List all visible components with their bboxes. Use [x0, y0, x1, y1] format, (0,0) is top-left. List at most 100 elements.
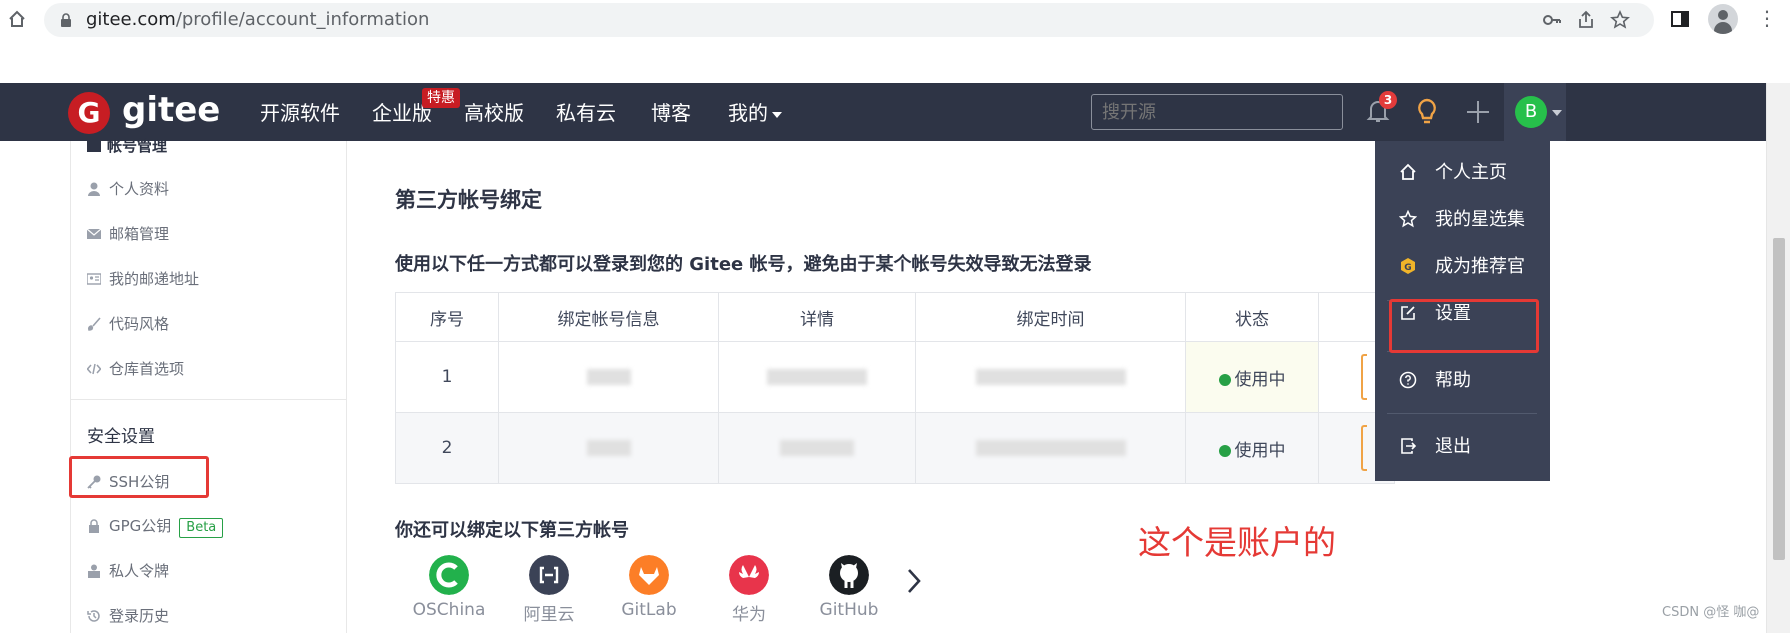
menu-item-become-recommender[interactable]: G 成为推荐官	[1399, 255, 1525, 279]
sidebar-item-repo-prefs-label: 仓库首选项	[109, 360, 185, 378]
csdn-watermark: CSDN @怪 咖@	[1662, 605, 1760, 620]
search-input[interactable]	[1091, 94, 1343, 130]
chevron-right-icon[interactable]	[905, 566, 923, 596]
notification-badge: 3	[1379, 91, 1397, 109]
home-icon[interactable]	[6, 8, 28, 30]
status-dot-icon	[1218, 444, 1231, 457]
row-index: 1	[395, 341, 499, 413]
nav-open-source[interactable]: 开源软件	[260, 100, 340, 126]
sidebar-item-code-style[interactable]: 代码风格	[87, 314, 169, 334]
browser-menu-icon[interactable]: ⋮	[1757, 8, 1777, 28]
address-bar[interactable]: gitee.com/profile/account_information	[44, 3, 1654, 37]
redacted-account-cell	[498, 412, 719, 484]
address-card-icon	[87, 273, 101, 285]
menu-item-help[interactable]: 帮助	[1399, 369, 1471, 393]
avatar[interactable]: B	[1515, 96, 1547, 128]
page-title: 第三方帐号绑定	[395, 188, 542, 212]
side-panel-icon[interactable]	[1670, 9, 1690, 29]
url-path: /profile/account_information	[175, 9, 430, 30]
sidebar-item-address-label: 我的邮递地址	[109, 270, 200, 288]
sidebar-item-address[interactable]: 我的邮递地址	[87, 269, 199, 289]
table-header-row: 序号 绑定帐号信息 详情 绑定时间 状态	[395, 292, 1395, 342]
bookmark-star-icon[interactable]	[1610, 10, 1630, 30]
sidebar-item-gpg-keys-label: GPG公钥	[109, 517, 172, 535]
nav-education[interactable]: 高校版	[464, 100, 524, 126]
menu-item-star-collection[interactable]: 我的星选集	[1399, 208, 1525, 232]
nav-mine-label: 我的	[728, 101, 768, 125]
recommender-badge-icon: G	[1401, 258, 1415, 274]
gitee-logo-text[interactable]: gitee	[122, 90, 220, 130]
menu-item-label: 退出	[1435, 436, 1471, 457]
sidebar-item-tokens-label: 私人令牌	[109, 562, 170, 580]
user-menu-button[interactable]: B	[1504, 83, 1566, 141]
gitee-logo-icon[interactable]: G	[68, 92, 110, 134]
provider-oschina[interactable]: OSChina	[409, 555, 489, 620]
sidebar-item-profile-label: 个人资料	[109, 180, 170, 198]
share-icon[interactable]	[1576, 10, 1596, 30]
redacted-account-cell	[498, 341, 719, 413]
table-row: 1 使用中	[395, 341, 1395, 413]
col-status: 状态	[1185, 292, 1319, 342]
row-index: 2	[395, 412, 499, 484]
url-domain: gitee.com	[86, 9, 176, 30]
sidebar-item-gpg-keys[interactable]: GPG公钥 Beta	[87, 516, 224, 538]
lightbulb-icon[interactable]	[1415, 97, 1439, 127]
redacted-block	[767, 369, 867, 385]
nav-private-cloud[interactable]: 私有云	[556, 100, 616, 126]
redacted-block	[975, 440, 1126, 456]
page-scrollbar[interactable]	[1766, 83, 1790, 633]
browser-toolbar: gitee.com/profile/account_information ⋮	[0, 0, 1790, 40]
status-cell: 使用中	[1185, 341, 1319, 413]
col-bind-time: 绑定时间	[915, 292, 1186, 342]
github-icon	[829, 555, 869, 595]
sidebar-item-email[interactable]: 邮箱管理	[87, 224, 169, 244]
menu-item-label: 个人主页	[1435, 162, 1507, 183]
provider-huawei[interactable]: 华为	[709, 555, 789, 625]
menu-item-label: 成为推荐官	[1435, 256, 1525, 277]
provider-label: 阿里云	[523, 605, 575, 625]
unbind-button[interactable]	[1361, 425, 1367, 471]
sidebar-item-profile[interactable]: 个人资料	[87, 179, 169, 199]
menu-item-label: 帮助	[1435, 370, 1471, 391]
provider-aliyun[interactable]: 阿里云	[509, 555, 589, 625]
promo-badge: 特惠	[422, 88, 460, 108]
lock-icon[interactable]	[60, 13, 72, 27]
col-details: 详情	[718, 292, 916, 342]
logout-icon	[1401, 438, 1417, 454]
provider-label: OSChina	[412, 600, 486, 620]
sidebar-item-code-style-label: 代码风格	[109, 315, 170, 333]
sidebar-item-tokens[interactable]: 私人令牌	[87, 561, 169, 581]
status-dot-icon	[1218, 373, 1231, 386]
svg-text:G: G	[1404, 263, 1411, 273]
redacted-block	[975, 369, 1126, 385]
page-description: 使用以下任一方式都可以登录到您的 Gitee 帐号，避免由于某个帐号失效导致无法…	[395, 254, 1092, 275]
url-text[interactable]: gitee.com/profile/account_information	[86, 9, 429, 31]
huawei-icon	[729, 555, 769, 595]
chevron-down-icon	[772, 111, 782, 118]
sidebar-item-login-history[interactable]: 登录历史	[87, 606, 169, 626]
profile-icon[interactable]	[1708, 4, 1738, 34]
nav-blog[interactable]: 博客	[651, 100, 691, 126]
paintbrush-icon	[87, 317, 101, 331]
menu-item-label: 我的星选集	[1435, 209, 1525, 230]
provider-gitlab[interactable]: GitLab	[609, 555, 689, 620]
nav-mine[interactable]: 我的	[728, 100, 782, 126]
home-icon	[1400, 163, 1416, 180]
provider-label: 华为	[732, 605, 766, 625]
menu-item-logout[interactable]: 退出	[1399, 435, 1471, 459]
caret-down-icon	[1552, 110, 1562, 116]
status-text: 使用中	[1234, 369, 1286, 390]
plus-icon[interactable]	[1465, 99, 1491, 125]
menu-divider	[1387, 413, 1537, 414]
gitee-navbar: G gitee 开源软件 企业版 特惠 高校版 私有云 博客 我的 3 B	[0, 83, 1766, 141]
binding-table: 序号 绑定帐号信息 详情 绑定时间 状态 1 使用中 2 使用中	[395, 292, 1395, 484]
sidebar-item-repo-prefs[interactable]: 仓库首选项	[87, 359, 184, 379]
padlock-icon	[89, 519, 99, 533]
settings-sidebar: 帐号管理 个人资料 邮箱管理 我的邮递地址 代码风格 仓库首选项 安全设置 SS…	[70, 137, 347, 633]
scrollbar-thumb[interactable]	[1773, 238, 1785, 560]
unbind-button[interactable]	[1361, 354, 1367, 400]
menu-item-homepage[interactable]: 个人主页	[1399, 161, 1507, 185]
key-icon[interactable]	[1542, 10, 1562, 30]
provider-github[interactable]: GitHub	[809, 555, 889, 620]
sidebar-item-login-history-label: 登录历史	[109, 607, 170, 625]
